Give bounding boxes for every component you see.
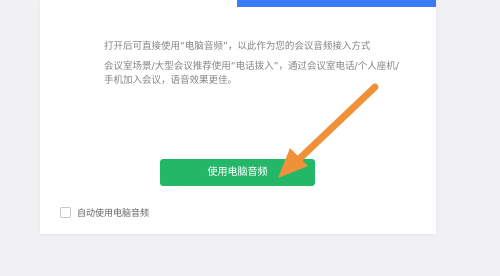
audio-dialog: 打开后可直接使用“电脑音频”，以此作为您的会议音频接入方式 会议室场景/大型会议… [40, 0, 436, 234]
use-computer-audio-button[interactable]: 使用电脑音频 [160, 159, 315, 186]
description-text-1: 打开后可直接使用“电脑音频”，以此作为您的会议音频接入方式 [104, 41, 371, 52]
auto-use-audio-option[interactable]: 自动使用电脑音频 [60, 206, 149, 219]
auto-use-audio-label: 自动使用电脑音频 [77, 209, 150, 219]
tab-active-indicator[interactable] [237, 0, 436, 7]
description-text-2: 会议室场景/大型会议推荐使用“电话拨入”，通过会议室电话/个人座机/手机加入会议… [104, 61, 399, 86]
auto-use-audio-checkbox[interactable] [60, 207, 71, 218]
